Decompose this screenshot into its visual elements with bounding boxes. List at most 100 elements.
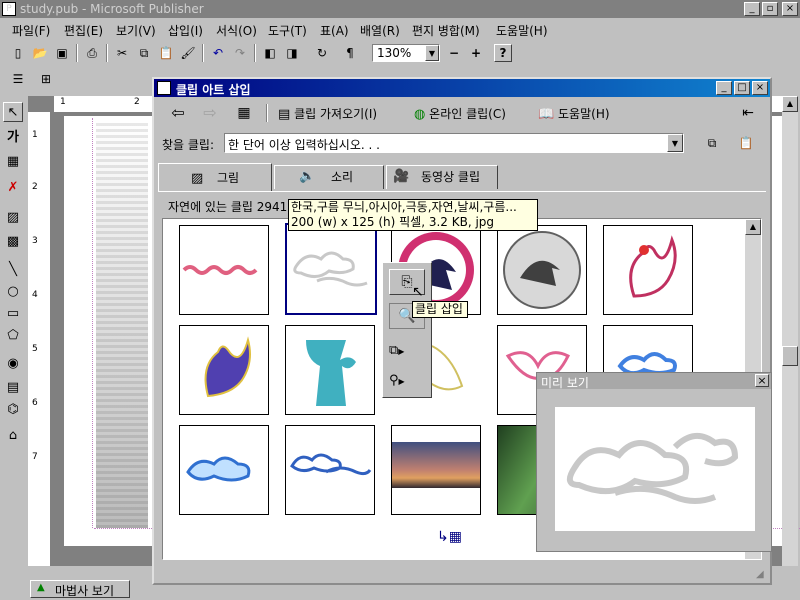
custom-shapes-icon[interactable]: ⬠ xyxy=(3,326,23,346)
tooltip-dimensions: 200 (w) x 125 (h) 픽셀, 3.2 KB, jpg xyxy=(291,215,495,229)
tab-sounds[interactable]: 🔈 소리 xyxy=(274,165,384,189)
zoom-out-button[interactable]: − xyxy=(444,43,464,63)
chevron-up-icon[interactable]: ▲ xyxy=(782,96,798,112)
format-painter-icon[interactable]: 🖌 xyxy=(178,43,198,63)
paste-clip-icon[interactable]: 📋 xyxy=(736,133,756,153)
back-icon[interactable]: ⇦ xyxy=(168,103,188,123)
pointer-icon[interactable]: ↖ xyxy=(3,102,23,122)
tab-motion-clips[interactable]: 🎥 동영상 클립 xyxy=(386,165,498,189)
vertical-ruler: 1 2 3 4 5 6 7 xyxy=(28,112,51,566)
print-icon[interactable]: ⎙ xyxy=(82,43,102,63)
menu-file[interactable]: 파일(F) xyxy=(12,22,50,39)
restore-window-icon[interactable]: ⇤ xyxy=(738,103,758,123)
design-icon[interactable]: ⌂ xyxy=(3,426,23,446)
camera-icon: 🎥 xyxy=(393,169,410,184)
send-back-icon[interactable]: ◨ xyxy=(282,43,302,63)
forward-icon[interactable]: ⇨ xyxy=(200,103,220,123)
standard-toolbar: ▯ 📂 ▣ ⎙ ✂ ⧉ 📋 🖌 ↶ ↷ ◧ ◨ ↻ ¶ 130% ▼ − + ? xyxy=(0,41,800,65)
undo-icon[interactable]: ↶ xyxy=(208,43,228,63)
form-control-icon[interactable]: ▤ xyxy=(3,378,23,398)
ruler-label: 2 xyxy=(32,182,38,192)
find-similar-button[interactable]: ⚲▶ xyxy=(389,369,427,393)
search-label: 찾을 클립: xyxy=(162,138,215,152)
menu-edit[interactable]: 편집(E) xyxy=(64,22,103,39)
scroll-thumb[interactable] xyxy=(782,346,798,366)
design-gallery-icon[interactable]: ◉ xyxy=(3,354,23,374)
more-clips-icon[interactable]: ↳▦ xyxy=(437,529,462,545)
menu-help[interactable]: 도움말(H) xyxy=(496,22,548,39)
online-label: 온라인 클립(C) xyxy=(429,107,506,121)
size-grip[interactable]: ◢ xyxy=(756,569,768,581)
preview-close-button[interactable]: × xyxy=(755,374,769,387)
menu-tools[interactable]: 도구(T) xyxy=(268,22,307,39)
search-input[interactable]: 한 단어 이상 입력하십시오. . . ▼ xyxy=(224,133,684,153)
menu-mailmerge[interactable]: 편지 병합(M) xyxy=(412,22,480,39)
chevron-up-icon[interactable]: ▲ xyxy=(745,219,761,235)
table-frame-icon[interactable]: ▦ xyxy=(3,152,23,172)
pilcrow-icon[interactable]: ¶ xyxy=(340,43,360,63)
object-icon[interactable]: ⊞ xyxy=(36,69,56,89)
zoom-value: 130% xyxy=(377,46,412,60)
clip-thumbnail[interactable] xyxy=(603,225,693,315)
wordart-icon[interactable]: ✗ xyxy=(3,178,23,198)
help-clips-button[interactable]: 📖 도움말(H) xyxy=(538,105,610,122)
clipart-frame-icon[interactable]: ▩ xyxy=(3,232,23,252)
oval-icon[interactable]: ○ xyxy=(3,282,23,302)
clip-thumbnail[interactable] xyxy=(285,425,375,515)
maximize-button[interactable]: ▫ xyxy=(762,2,778,16)
copy-icon[interactable]: ⧉ xyxy=(134,43,154,63)
new-icon[interactable]: ▯ xyxy=(8,43,28,63)
open-icon[interactable]: 📂 xyxy=(30,43,50,63)
paste-icon[interactable]: 📋 xyxy=(156,43,176,63)
menu-format[interactable]: 서식(O) xyxy=(216,22,257,39)
preview-title-bar: 미리 보기 × xyxy=(537,373,771,390)
pictures-icon: ▨ xyxy=(191,171,204,186)
rotate-icon[interactable]: ↻ xyxy=(312,43,332,63)
cloud-clip xyxy=(293,251,368,287)
minimize-button[interactable]: _ xyxy=(744,2,760,16)
tab-pictures[interactable]: ▨ 그림 xyxy=(158,163,272,191)
import-icon: ▤ xyxy=(278,107,291,122)
import-clips-button[interactable]: ▤ 클립 가져오기(I) xyxy=(278,105,377,122)
clip-thumbnail[interactable] xyxy=(179,425,269,515)
clip-thumbnail-selected[interactable] xyxy=(285,223,377,315)
chevron-down-icon[interactable]: ▼ xyxy=(667,134,683,152)
app-vertical-scrollbar[interactable]: ▲ xyxy=(782,96,798,566)
zoom-select[interactable]: 130% ▼ xyxy=(372,44,440,62)
dialog-minimize-button[interactable]: _ xyxy=(716,81,732,95)
online-clips-button[interactable]: ◍ 온라인 클립(C) xyxy=(414,105,506,122)
dialog-maximize-button[interactable]: □ xyxy=(734,81,750,95)
clipart-app-icon xyxy=(157,81,171,95)
list-icon[interactable]: ☰ xyxy=(8,69,28,89)
dialog-close-button[interactable]: × xyxy=(752,81,768,95)
add-to-category-button[interactable]: ⧉▶ xyxy=(389,339,427,363)
bring-front-icon[interactable]: ◧ xyxy=(260,43,280,63)
clip-thumbnail[interactable] xyxy=(179,225,269,315)
clip-thumbnail[interactable] xyxy=(497,225,587,315)
cut-icon[interactable]: ✂ xyxy=(112,43,132,63)
rectangle-icon[interactable]: ▭ xyxy=(3,304,23,324)
all-categories-icon[interactable]: ▦ xyxy=(234,103,254,123)
clip-thumbnail[interactable] xyxy=(391,425,481,515)
insert-clip-tooltip-text: 클립 삽입 xyxy=(415,302,463,316)
redo-icon[interactable]: ↷ xyxy=(230,43,250,63)
picture-frame-icon[interactable]: ▨ xyxy=(3,208,23,228)
help-button[interactable]: ? xyxy=(494,44,512,62)
zoom-in-button[interactable]: + xyxy=(466,43,486,63)
border-pattern xyxy=(96,122,148,528)
save-icon[interactable]: ▣ xyxy=(52,43,72,63)
menu-insert[interactable]: 삽입(I) xyxy=(168,22,203,39)
clip-thumbnail[interactable] xyxy=(285,325,375,415)
menu-view[interactable]: 보기(V) xyxy=(116,22,156,39)
line-icon[interactable]: ╲ xyxy=(3,260,23,280)
wizard-button[interactable]: ▲ 마법사 보기 xyxy=(30,580,130,598)
html-fragment-icon[interactable]: ⌬ xyxy=(3,400,23,420)
copy-clip-icon[interactable]: ⧉ xyxy=(702,133,722,153)
text-frame-icon[interactable]: 가 xyxy=(3,128,23,148)
blue-cloud-clip-3 xyxy=(290,453,372,476)
menu-table[interactable]: 표(A) xyxy=(320,22,349,39)
clip-thumbnail[interactable] xyxy=(179,325,269,415)
ruler-label: 2 xyxy=(134,97,140,107)
close-button[interactable]: × xyxy=(782,2,798,16)
menu-arrange[interactable]: 배열(R) xyxy=(360,22,400,39)
